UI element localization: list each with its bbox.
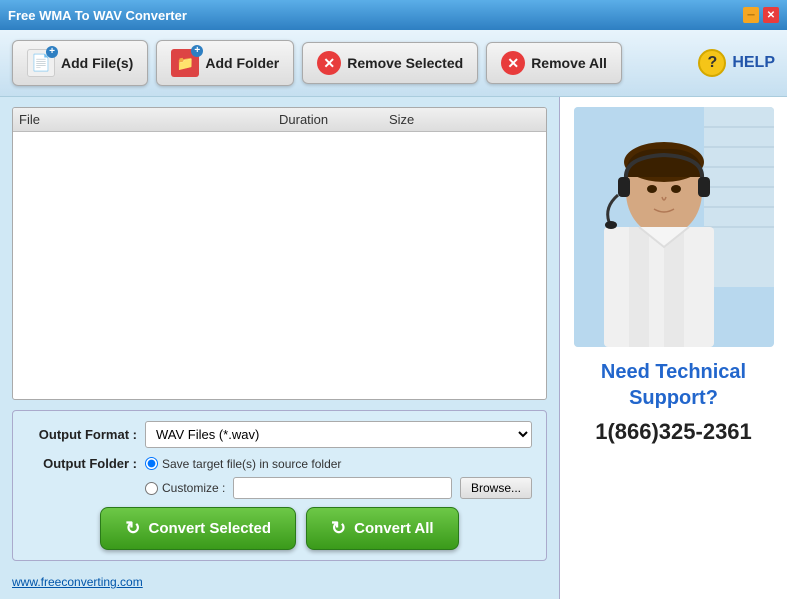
convert-all-button[interactable]: ↻ Convert All (306, 507, 459, 550)
folder-row: Output Folder : Save target file(s) in s… (27, 456, 532, 471)
add-files-label: Add File(s) (61, 55, 133, 71)
output-format-select[interactable]: WAV Files (*.wav) MP3 Files (*.mp3) OGG … (145, 421, 532, 448)
file-list-header: File Duration Size (13, 108, 546, 132)
convert-all-label: Convert All (354, 520, 433, 537)
bottom-controls: Output Format : WAV Files (*.wav) MP3 Fi… (12, 410, 547, 561)
support-image (574, 107, 774, 347)
help-button[interactable]: ? HELP (698, 49, 775, 77)
col-size: Size (389, 112, 540, 127)
file-list-container: File Duration Size (12, 107, 547, 400)
minimize-button[interactable]: ─ (743, 7, 759, 23)
remove-selected-label: Remove Selected (347, 55, 463, 71)
close-button[interactable]: ✕ (763, 7, 779, 23)
main-content: File Duration Size Output Format : WAV F… (0, 97, 787, 599)
customize-option[interactable]: Customize : (145, 481, 225, 495)
help-label: HELP (732, 54, 775, 72)
right-panel: Need Technical Support? 1(866)325-2361 (559, 97, 787, 599)
customize-label: Customize : (162, 481, 225, 495)
remove-all-icon: ✕ (501, 51, 525, 75)
support-heading: Need Technical Support? (570, 359, 777, 411)
website-link[interactable]: www.freeconverting.com (12, 575, 547, 589)
remove-selected-icon: ✕ (317, 51, 341, 75)
remove-all-button[interactable]: ✕ Remove All (486, 42, 622, 84)
convert-selected-icon: ↻ (125, 518, 140, 539)
title-bar-buttons: ─ ✕ (743, 7, 779, 23)
convert-all-icon: ↻ (331, 518, 346, 539)
support-phone: 1(866)325-2361 (595, 419, 752, 445)
save-source-radio[interactable] (145, 457, 158, 470)
convert-selected-label: Convert Selected (149, 520, 272, 537)
customize-row: Customize : Browse... (145, 477, 532, 499)
add-files-button[interactable]: 📄 Add File(s) (12, 40, 148, 86)
convert-buttons: ↻ Convert Selected ↻ Convert All (27, 507, 532, 550)
toolbar: 📄 Add File(s) 📁 Add Folder ✕ Remove Sele… (0, 30, 787, 97)
output-folder-label: Output Folder : (27, 456, 137, 471)
customize-radio[interactable] (145, 482, 158, 495)
col-file: File (19, 112, 279, 127)
save-source-option[interactable]: Save target file(s) in source folder (145, 457, 341, 471)
title-bar: Free WMA To WAV Converter ─ ✕ (0, 0, 787, 30)
app-title: Free WMA To WAV Converter (8, 8, 187, 23)
save-source-label: Save target file(s) in source folder (162, 457, 341, 471)
add-file-icon: 📄 (27, 49, 55, 77)
remove-selected-button[interactable]: ✕ Remove Selected (302, 42, 478, 84)
col-duration: Duration (279, 112, 389, 127)
add-folder-button[interactable]: 📁 Add Folder (156, 40, 294, 86)
add-folder-label: Add Folder (205, 55, 279, 71)
output-format-label: Output Format : (27, 427, 137, 442)
remove-all-label: Remove All (531, 55, 607, 71)
help-icon: ? (698, 49, 726, 77)
add-folder-icon: 📁 (171, 49, 199, 77)
left-panel: File Duration Size Output Format : WAV F… (0, 97, 559, 599)
file-list-body[interactable] (13, 132, 546, 399)
convert-selected-button[interactable]: ↻ Convert Selected (100, 507, 296, 550)
format-row: Output Format : WAV Files (*.wav) MP3 Fi… (27, 421, 532, 448)
customize-input[interactable] (233, 477, 452, 499)
browse-button[interactable]: Browse... (460, 477, 532, 499)
